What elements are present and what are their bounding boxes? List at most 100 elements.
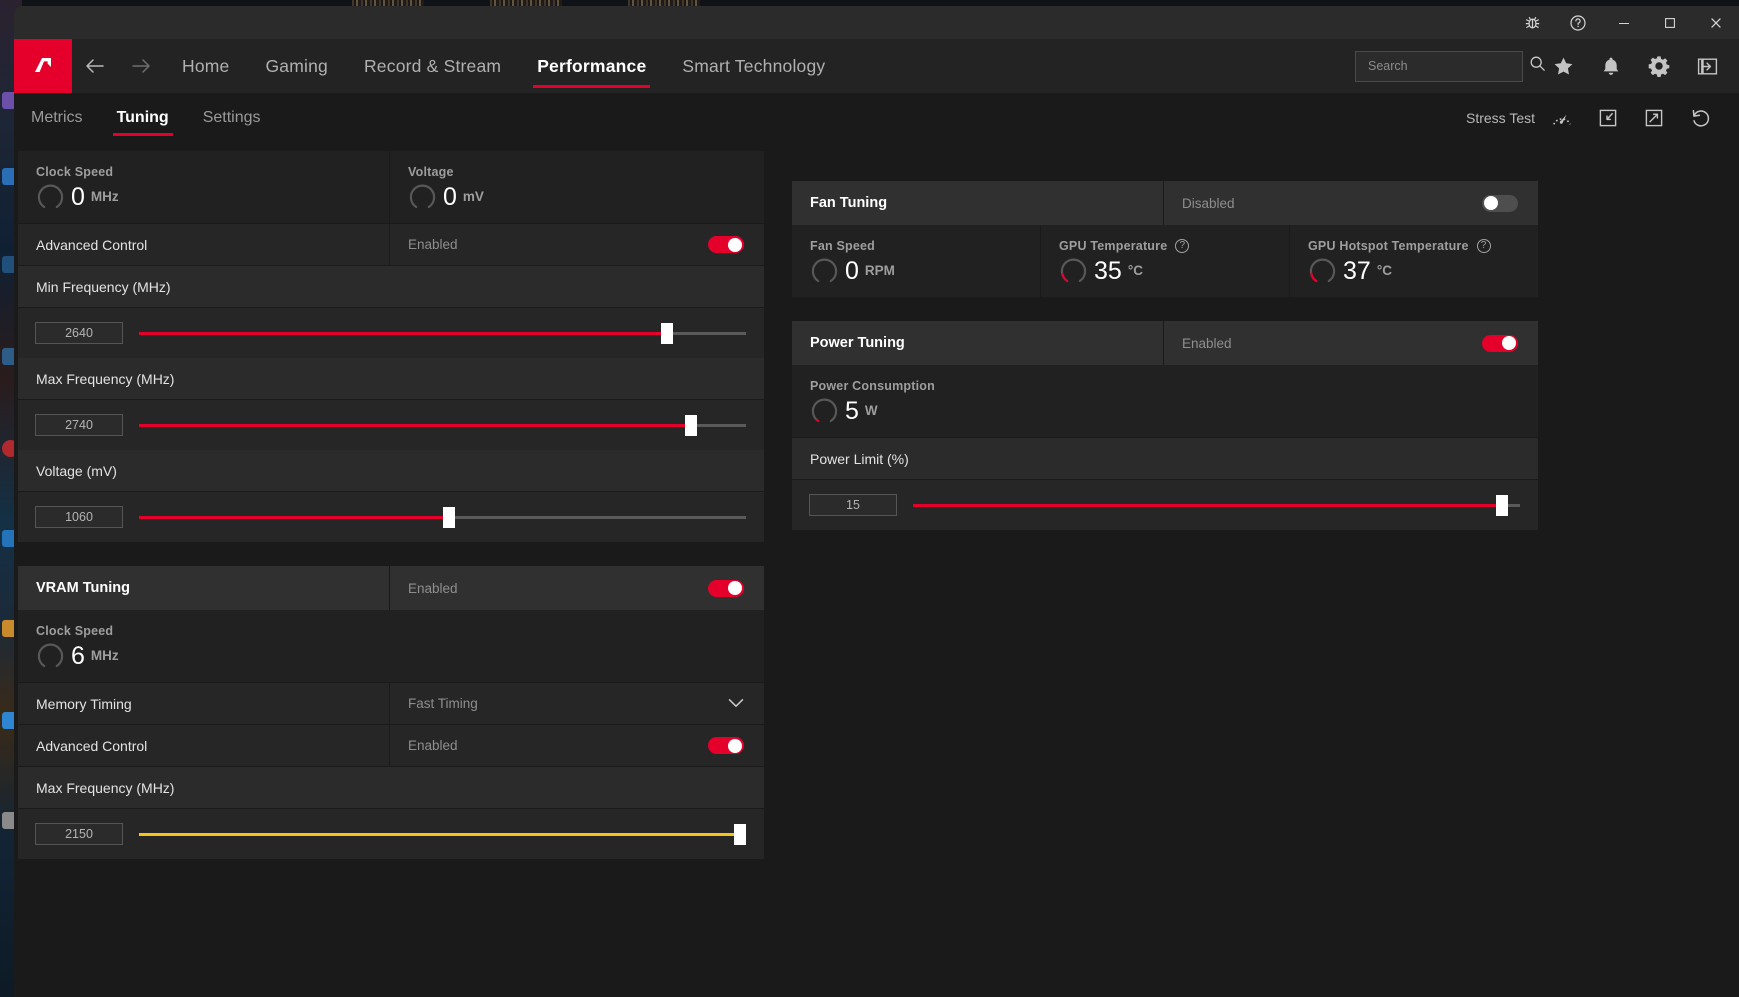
help-icon[interactable]: ? bbox=[1175, 239, 1189, 253]
memory-timing-row[interactable]: Memory Timing Fast Timing bbox=[18, 683, 764, 725]
gauge-title: Clock Speed bbox=[36, 624, 764, 638]
row-label: Voltage (mV) bbox=[18, 463, 117, 479]
row-state: Enabled bbox=[390, 738, 458, 753]
nav-item-record-stream[interactable]: Record & Stream bbox=[346, 39, 519, 93]
tab-label: Settings bbox=[203, 109, 261, 127]
row-label: Power Limit (%) bbox=[792, 451, 909, 467]
gpu-hotspot-temperature-gauge: GPU Hotspot Temperature ? 37 ° bbox=[1290, 225, 1538, 297]
tab-settings[interactable]: Settings bbox=[186, 93, 278, 143]
nav-back-button[interactable] bbox=[72, 39, 118, 93]
export-profile-icon[interactable] bbox=[1631, 93, 1677, 143]
gpu-advanced-control-toggle[interactable] bbox=[708, 236, 744, 253]
nav-item-smart-technology[interactable]: Smart Technology bbox=[664, 39, 843, 93]
gauge-unit: °C bbox=[1128, 263, 1143, 278]
vram-max-frequency-slider-row[interactable]: 2150 bbox=[18, 809, 764, 859]
vram-tuning-toggle[interactable] bbox=[708, 580, 744, 597]
section-state: Disabled bbox=[1164, 196, 1235, 211]
gauge-title: Voltage bbox=[408, 165, 764, 179]
vram-clock-speed-row: Clock Speed 6 MHz bbox=[18, 610, 764, 683]
max-frequency-slider-row[interactable]: 2740 bbox=[18, 400, 764, 450]
gauge-title: GPU Temperature ? bbox=[1059, 239, 1289, 253]
nav-label: Record & Stream bbox=[364, 56, 501, 77]
power-consumption-row: Power Consumption 5 W bbox=[792, 365, 1538, 438]
search-input[interactable] bbox=[1368, 59, 1529, 73]
gauge-value: 6 bbox=[71, 642, 85, 670]
nav-label: Performance bbox=[537, 56, 646, 77]
gpu-tuning-column: Clock Speed 0 MHz Voltage bbox=[18, 151, 764, 876]
voltage-slider[interactable] bbox=[139, 516, 746, 519]
nav-label: Home bbox=[182, 56, 229, 77]
nav-label: Gaming bbox=[265, 56, 327, 77]
fan-speed-ring-icon bbox=[810, 256, 839, 285]
vram-max-frequency-value-input[interactable]: 2150 bbox=[35, 823, 123, 845]
gpu-temperature-gauge: GPU Temperature ? 35 °C bbox=[1041, 225, 1290, 297]
tuning-content: Clock Speed 0 MHz Voltage bbox=[14, 143, 1739, 997]
nav-item-performance[interactable]: Performance bbox=[519, 39, 664, 93]
gauge-title: Power Consumption bbox=[810, 379, 1538, 393]
tab-metrics[interactable]: Metrics bbox=[14, 93, 100, 143]
min-frequency-value-input[interactable]: 2640 bbox=[35, 322, 123, 344]
search-box[interactable] bbox=[1355, 51, 1523, 82]
vram-tuning-header-row[interactable]: VRAM Tuning Enabled bbox=[18, 566, 764, 610]
stress-test-gauge-icon[interactable] bbox=[1539, 93, 1585, 143]
power-limit-value-input[interactable]: 15 bbox=[809, 494, 897, 516]
min-frequency-slider[interactable] bbox=[139, 332, 746, 335]
tuning-actions: Stress Test bbox=[1466, 93, 1739, 143]
bug-report-icon[interactable] bbox=[1509, 6, 1555, 39]
notifications-bell-icon[interactable] bbox=[1587, 39, 1635, 93]
vram-advanced-control-row[interactable]: Advanced Control Enabled bbox=[18, 725, 764, 767]
voltage-label-row: Voltage (mV) bbox=[18, 450, 764, 492]
slider-thumb[interactable] bbox=[1496, 495, 1508, 516]
gauge-value: 0 bbox=[71, 183, 85, 211]
nav-item-home[interactable]: Home bbox=[164, 39, 247, 93]
slider-thumb[interactable] bbox=[734, 824, 746, 845]
vram-max-frequency-slider[interactable] bbox=[139, 833, 746, 836]
voltage-slider-row[interactable]: 1060 bbox=[18, 492, 764, 542]
nav-item-gaming[interactable]: Gaming bbox=[247, 39, 345, 93]
power-tuning-header-row[interactable]: Power Tuning Enabled bbox=[792, 321, 1538, 365]
import-profile-icon[interactable] bbox=[1585, 93, 1631, 143]
gauge-value: 5 bbox=[845, 397, 859, 425]
slider-thumb[interactable] bbox=[661, 323, 673, 344]
power-tuning-toggle[interactable] bbox=[1482, 335, 1518, 352]
max-frequency-slider[interactable] bbox=[139, 424, 746, 427]
section-state: Enabled bbox=[390, 581, 458, 596]
fan-tuning-toggle[interactable] bbox=[1482, 195, 1518, 212]
fan-tuning-card: Fan Tuning Disabled Fan Speed bbox=[792, 181, 1538, 297]
slider-fill bbox=[139, 833, 740, 836]
power-limit-slider[interactable] bbox=[913, 504, 1520, 507]
close-icon[interactable] bbox=[1693, 6, 1739, 39]
section-title: Fan Tuning bbox=[792, 195, 887, 211]
max-frequency-value-input[interactable]: 2740 bbox=[35, 414, 123, 436]
gauge-title-text: GPU Hotspot Temperature bbox=[1308, 239, 1469, 253]
slider-thumb[interactable] bbox=[443, 507, 455, 528]
power-consumption-gauge: Power Consumption 5 W bbox=[792, 365, 1538, 437]
gpu-advanced-control-row[interactable]: Advanced Control Enabled bbox=[18, 224, 764, 266]
vram-advanced-control-toggle[interactable] bbox=[708, 737, 744, 754]
chevron-down-icon[interactable] bbox=[728, 695, 744, 713]
nav-forward-button[interactable] bbox=[118, 39, 164, 93]
row-state: Enabled bbox=[390, 237, 458, 252]
row-label: Min Frequency (MHz) bbox=[18, 279, 171, 295]
gauge-title: Clock Speed bbox=[36, 165, 389, 179]
min-frequency-slider-row[interactable]: 2640 bbox=[18, 308, 764, 358]
settings-gear-icon[interactable] bbox=[1635, 39, 1683, 93]
reset-defaults-icon[interactable] bbox=[1677, 93, 1723, 143]
collapse-panel-icon[interactable] bbox=[1683, 39, 1731, 93]
row-label: Advanced Control bbox=[18, 738, 147, 754]
maximize-icon[interactable] bbox=[1647, 6, 1693, 39]
row-label: Max Frequency (MHz) bbox=[18, 780, 174, 796]
gauge-unit: MHz bbox=[91, 648, 119, 663]
minimize-icon[interactable] bbox=[1601, 6, 1647, 39]
favorites-star-icon[interactable] bbox=[1539, 39, 1587, 93]
help-icon[interactable] bbox=[1555, 6, 1601, 39]
amd-logo-icon[interactable] bbox=[14, 39, 72, 93]
help-icon[interactable]: ? bbox=[1477, 239, 1491, 253]
gauge-title: Fan Speed bbox=[810, 239, 1040, 253]
fan-tuning-header-row[interactable]: Fan Tuning Disabled bbox=[792, 181, 1538, 225]
fan-speed-gauge: Fan Speed 0 RPM bbox=[792, 225, 1041, 297]
voltage-value-input[interactable]: 1060 bbox=[35, 506, 123, 528]
slider-thumb[interactable] bbox=[685, 415, 697, 436]
tab-tuning[interactable]: Tuning bbox=[100, 93, 186, 143]
power-limit-slider-row[interactable]: 15 bbox=[792, 480, 1538, 530]
